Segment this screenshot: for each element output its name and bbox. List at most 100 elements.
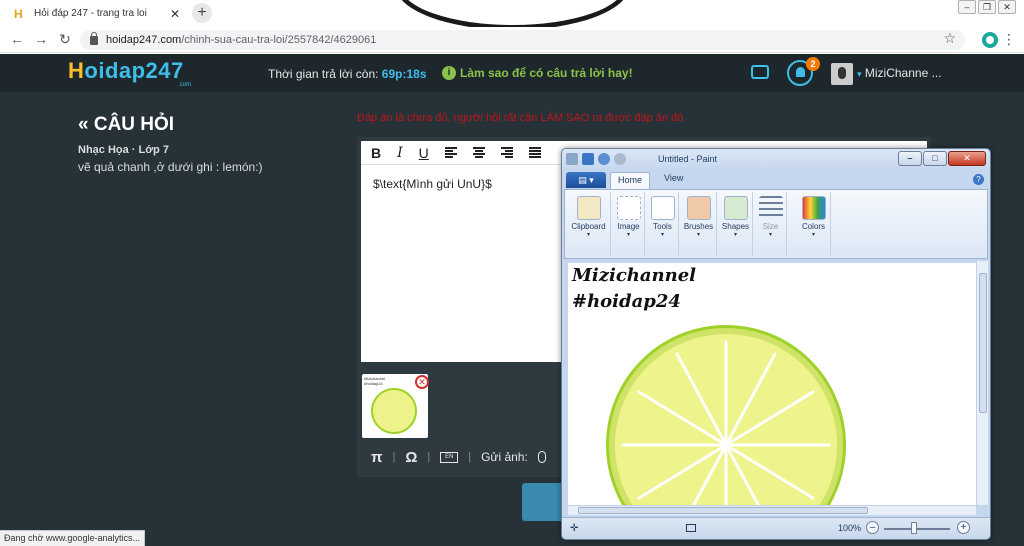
tab-title: Hỏi đáp 247 - trang tra loi: [34, 8, 147, 19]
address-bar-row: ← → ↻ hoidap247.com/chinh-sua-cau-tra-lo…: [0, 27, 1024, 53]
paint-minimize-button[interactable]: –: [898, 151, 922, 166]
lemon-flesh: [615, 334, 837, 505]
ribbon-group-brushes[interactable]: Brushes ▾: [681, 192, 717, 256]
ribbon-group-size[interactable]: Size ▾: [755, 192, 787, 256]
special-char-omega-icon[interactable]: Ω: [405, 449, 417, 466]
question-heading-text: CÂU HỎI: [93, 114, 175, 135]
browser-status-text: Đang chờ www.google-analytics...: [0, 530, 145, 546]
question-heading[interactable]: « CÂU HỎI: [78, 114, 174, 136]
lemon-segments: [621, 340, 831, 505]
zoom-out-button[interactable]: –: [866, 521, 879, 534]
horizontal-scrollbar[interactable]: [568, 505, 976, 515]
undo-icon[interactable]: [598, 153, 610, 165]
zoom-level: 100%: [838, 523, 862, 533]
info-icon: i: [442, 66, 456, 80]
bell-icon: [796, 67, 805, 77]
editor-bottom-bar: π | Ω | EN | Gửi ảnh:: [371, 447, 546, 467]
paint-ribbon-tabs: ▤ ▾ Home View ?: [562, 171, 990, 190]
close-tab-icon[interactable]: ✕: [168, 7, 182, 21]
align-left-icon[interactable]: [444, 147, 457, 158]
vertical-scroll-thumb[interactable]: [979, 273, 987, 413]
tools-label: Tools: [653, 222, 672, 231]
shapes-label: Shapes: [721, 222, 750, 231]
shapes-icon: [723, 196, 748, 220]
clipboard-label: Clipboard: [571, 222, 606, 231]
avatar[interactable]: [831, 63, 853, 85]
ribbon-group-image[interactable]: Image ▾: [613, 192, 645, 256]
zoom-in-button[interactable]: +: [957, 521, 970, 534]
close-window-button[interactable]: ✕: [998, 0, 1016, 14]
back-arrow-icon[interactable]: ←: [8, 31, 26, 47]
forward-arrow-icon[interactable]: →: [32, 31, 50, 47]
site-logo[interactable]: Hoidap247: [68, 58, 184, 84]
paint-statusbar: ✛ 100% – +: [562, 517, 990, 539]
restore-button[interactable]: ❐: [978, 0, 996, 14]
minimize-button[interactable]: –: [958, 0, 976, 14]
chat-icon[interactable]: [751, 65, 769, 79]
zoom-slider-thumb[interactable]: [911, 522, 917, 534]
ribbon-group-shapes[interactable]: Shapes ▾: [719, 192, 753, 256]
url-path: /chinh-sua-cau-tra-loi/2557842/4629061: [181, 34, 377, 46]
colors-label: Colors: [801, 222, 826, 231]
italic-button[interactable]: I: [397, 145, 403, 161]
paint-file-menu-button[interactable]: ▤ ▾: [566, 172, 606, 188]
user-menu[interactable]: ▾ MiziChanne ...: [857, 66, 942, 80]
tab-view[interactable]: View: [664, 173, 683, 183]
redo-icon[interactable]: [614, 153, 626, 165]
bookmark-star-icon[interactable]: ☆: [943, 30, 956, 47]
lock-icon[interactable]: [90, 31, 98, 45]
language-en-icon[interactable]: EN: [440, 451, 459, 463]
help-icon[interactable]: ?: [973, 174, 984, 185]
canvas-text-line2: #hoidap24: [572, 291, 681, 312]
tab-home[interactable]: Home: [610, 172, 650, 190]
align-justify-icon[interactable]: [528, 147, 541, 158]
site-favicon-icon: H: [14, 6, 23, 21]
paint-titlebar[interactable]: Untitled - Paint – □ ✕: [562, 149, 990, 171]
select-image-icon: [616, 196, 641, 220]
site-header: Hoidap247 .com Thời gian trả lời còn: 69…: [0, 54, 1024, 92]
remove-image-icon[interactable]: ✕: [415, 375, 429, 389]
paint-canvas-area: Mizichannel #hoidap24: [564, 261, 988, 515]
canvas-text-line1: Mizichannel: [572, 265, 696, 286]
user-name: MiziChanne ...: [864, 66, 942, 80]
paint-title: Untitled - Paint: [658, 154, 718, 164]
paint-close-button[interactable]: ✕: [948, 151, 986, 166]
math-pi-icon[interactable]: π: [371, 449, 382, 466]
underline-button[interactable]: U: [419, 145, 429, 161]
extension-icon[interactable]: [982, 32, 998, 48]
size-icon: [758, 196, 783, 220]
bold-button[interactable]: B: [371, 145, 381, 161]
paint-app-icon[interactable]: [566, 153, 578, 165]
url-input[interactable]: hoidap247.com/chinh-sua-cau-tra-loi/2557…: [80, 30, 965, 50]
paint-canvas[interactable]: Mizichannel #hoidap24: [568, 263, 976, 505]
paint-window-controls: – □ ✕: [898, 151, 986, 166]
answer-timer: Thời gian trả lời còn: 69p:18s: [268, 67, 427, 81]
clipboard-icon: [576, 196, 601, 220]
zoom-slider[interactable]: [884, 528, 950, 530]
horizontal-scroll-thumb[interactable]: [578, 507, 868, 514]
chrome-menu-icon[interactable]: ⋮: [1002, 31, 1016, 48]
paint-ribbon: Clipboard ▾ Image ▾ Tools ▾ Brushes ▾ Sh…: [564, 189, 988, 259]
paperclip-icon[interactable]: [537, 451, 546, 463]
ribbon-group-clipboard[interactable]: Clipboard ▾: [567, 192, 611, 256]
ribbon-group-tools[interactable]: Tools ▾: [647, 192, 679, 256]
align-right-icon[interactable]: [500, 147, 513, 158]
vertical-scrollbar[interactable]: [976, 261, 988, 505]
paint-maximize-button[interactable]: □: [923, 151, 947, 166]
background-image-fragment: [395, 0, 630, 30]
align-center-icon[interactable]: [472, 147, 485, 158]
ribbon-group-colors[interactable]: Colors ▾: [797, 192, 831, 256]
reload-icon[interactable]: ↻: [56, 31, 74, 48]
browser-tab[interactable]: H Hỏi đáp 247 - trang tra loi ✕: [8, 2, 188, 25]
question-body: vẽ quả chanh ,ở dưới ghi : lemón:): [78, 160, 263, 174]
save-icon[interactable]: [582, 153, 594, 165]
answer-tip-link[interactable]: i Làm sao để có câu trả lời hay!: [442, 66, 633, 80]
timer-value: 69p:18s: [381, 67, 427, 81]
selection-size-icon: [686, 524, 696, 532]
logo-text: oidap247: [84, 58, 184, 83]
question-meta: Nhạc Họa · Lớp 7: [78, 144, 169, 156]
chevron-down-icon: ▾: [857, 69, 862, 79]
answer-text-area[interactable]: $\text{Mình gửi UnU}$: [361, 165, 561, 362]
new-tab-button[interactable]: +: [192, 3, 212, 23]
submit-answer-button[interactable]: [522, 483, 562, 521]
